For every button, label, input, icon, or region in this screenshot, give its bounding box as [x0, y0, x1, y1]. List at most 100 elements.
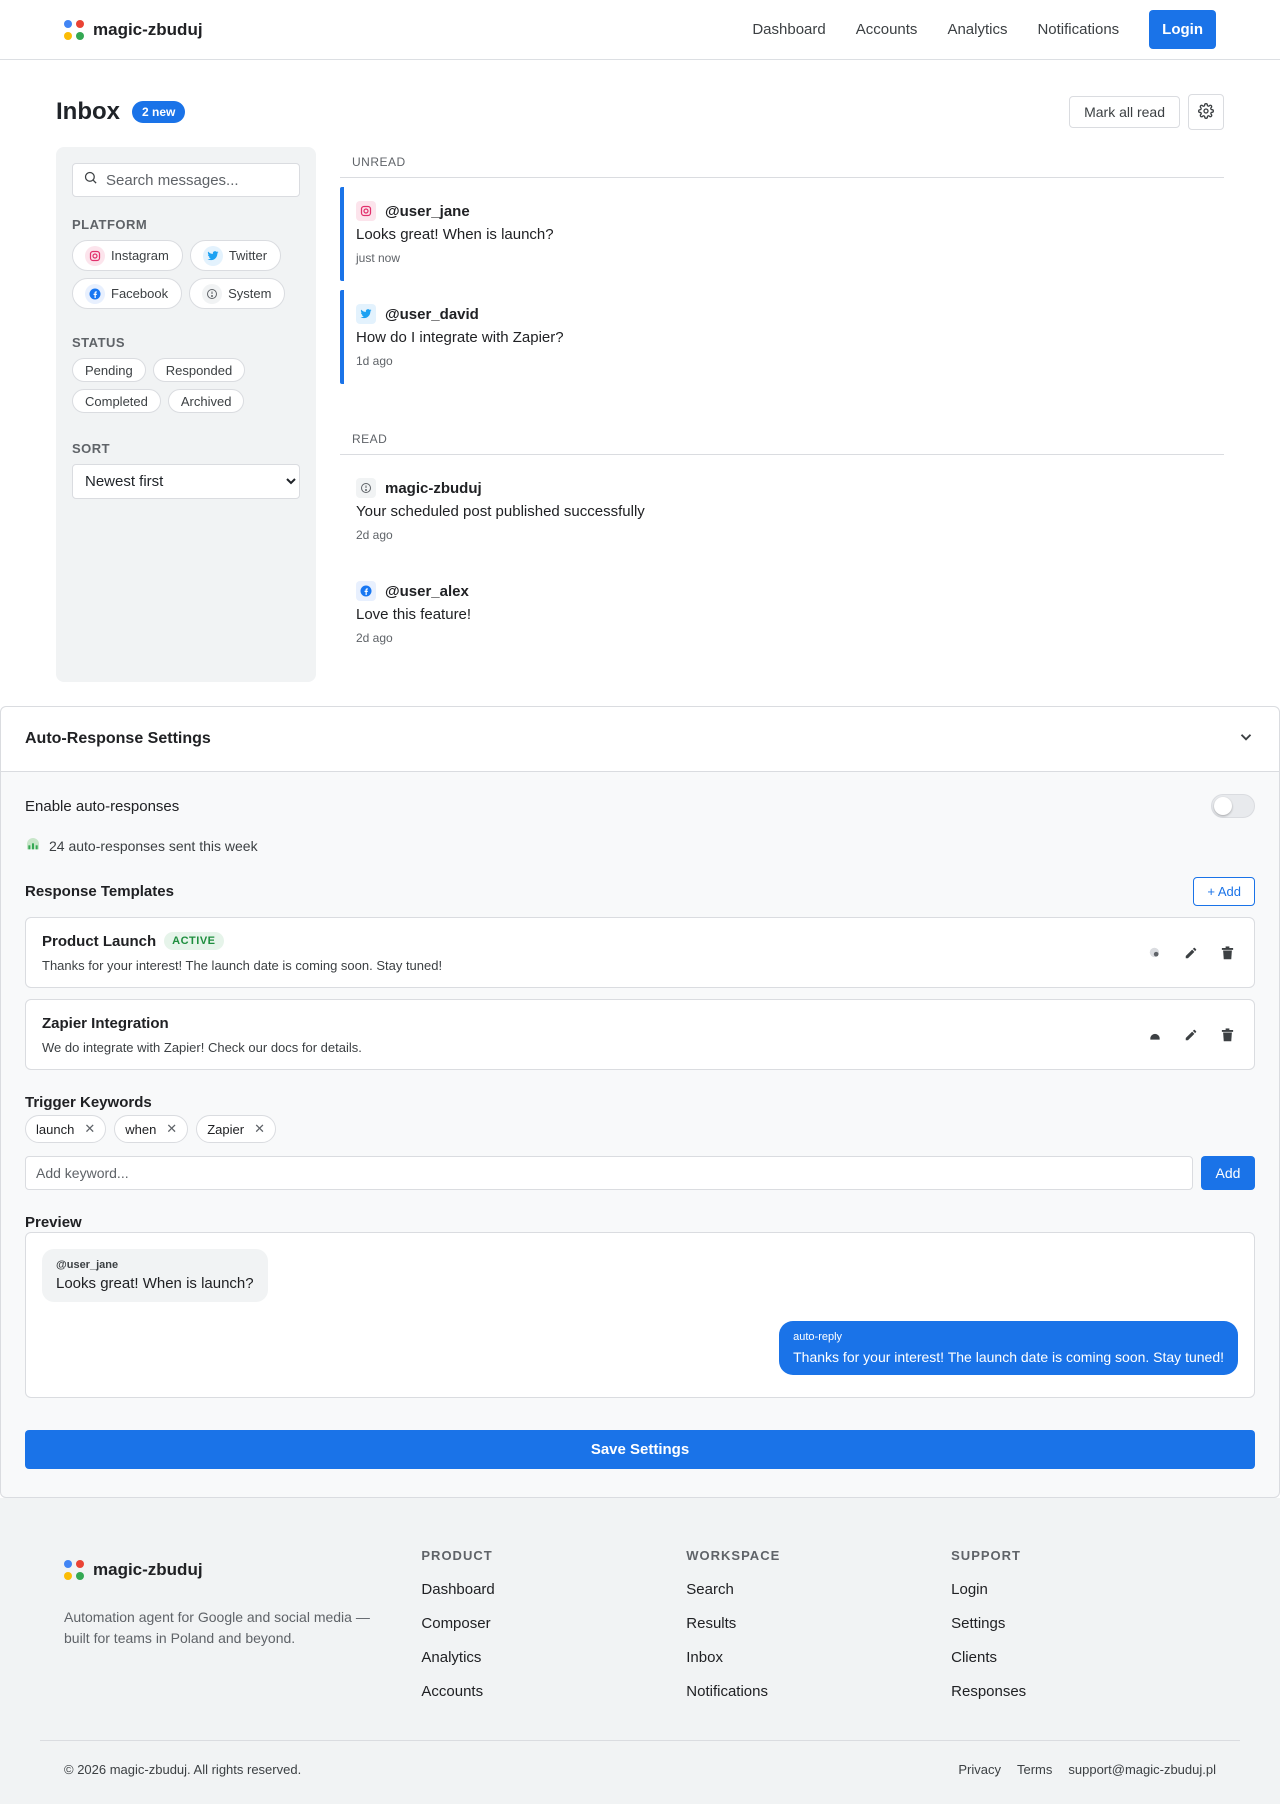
gear-icon: [1198, 102, 1214, 122]
footer-link[interactable]: Responses: [951, 1683, 1216, 1700]
templates-title: Response Templates: [25, 883, 174, 900]
auto-response-title: Auto-Response Settings: [25, 730, 211, 747]
message-header: @user_david: [356, 304, 1212, 324]
support-email-link[interactable]: support@magic-zbuduj.pl: [1068, 1762, 1216, 1777]
inbox-actions: Mark all read: [1069, 94, 1224, 130]
top-navbar: magic-zbuduj Dashboard Accounts Analytic…: [0, 0, 1280, 60]
footer-brand[interactable]: magic-zbuduj: [64, 1560, 421, 1580]
footer-link[interactable]: Notifications: [686, 1683, 951, 1700]
nav-analytics[interactable]: Analytics: [947, 21, 1007, 38]
auto-response-header[interactable]: Auto-Response Settings: [1, 707, 1279, 772]
incoming-text: Looks great! When is launch?: [56, 1275, 254, 1292]
trash-icon[interactable]: [1216, 1024, 1238, 1046]
nav-accounts[interactable]: Accounts: [856, 21, 918, 38]
template-card[interactable]: Product Launch ACTIVE Thanks for your in…: [25, 917, 1255, 988]
edit-icon[interactable]: [1180, 942, 1202, 964]
search-box: [72, 163, 305, 197]
nav-notifications[interactable]: Notifications: [1037, 21, 1119, 38]
main-nav: Dashboard Accounts Analytics Notificatio…: [752, 10, 1216, 49]
search-icon: [83, 170, 98, 190]
footer-link[interactable]: Search: [686, 1581, 951, 1598]
status-chip-completed[interactable]: Completed: [72, 389, 161, 413]
message-user: @user_alex: [385, 582, 469, 600]
message-item[interactable]: magic-zbuduj Your scheduled post publish…: [340, 464, 1224, 558]
inbox-body: PLATFORM Instagram Twitter: [56, 147, 1224, 682]
sort-select[interactable]: Newest first: [72, 464, 300, 499]
sort-label: SORT: [72, 441, 111, 456]
enable-toggle[interactable]: [1211, 794, 1255, 818]
add-keyword-button[interactable]: Add: [1201, 1156, 1255, 1190]
footer: magic-zbuduj Automation agent for Google…: [0, 1498, 1280, 1804]
instagram-icon: [356, 201, 376, 221]
footer-link[interactable]: Settings: [951, 1615, 1216, 1632]
platform-chip-label: Twitter: [228, 248, 268, 263]
login-button[interactable]: Login: [1149, 10, 1216, 49]
inbox-header: Inbox 2 new Mark all read: [56, 87, 1224, 137]
footer-link[interactable]: Login: [951, 1581, 1216, 1598]
deactivate-icon[interactable]: [1144, 942, 1166, 964]
close-icon[interactable]: ✕: [254, 1121, 265, 1137]
keyword-input[interactable]: [25, 1156, 1193, 1190]
message-time: 2d ago: [356, 528, 393, 542]
add-template-button[interactable]: + Add: [1193, 877, 1255, 906]
footer-legal-links: Privacy Terms support@magic-zbuduj.pl: [958, 1762, 1216, 1777]
enable-label: Enable auto-responses: [25, 797, 180, 815]
activate-icon[interactable]: [1144, 1024, 1166, 1046]
terms-link[interactable]: Terms: [1017, 1762, 1052, 1777]
search-input[interactable]: [106, 171, 305, 189]
message-text: Your scheduled post published successful…: [356, 503, 645, 520]
platform-chips: Instagram Twitter Facebook System: [72, 240, 300, 309]
status-chip-responded[interactable]: Responded: [152, 358, 246, 382]
chevron-down-icon[interactable]: [1237, 728, 1255, 751]
nav-dashboard[interactable]: Dashboard: [752, 21, 825, 38]
system-icon: [202, 283, 223, 304]
copyright: © 2026 magic-zbuduj. All rights reserved…: [64, 1762, 302, 1777]
privacy-link[interactable]: Privacy: [958, 1762, 1001, 1777]
footer-link[interactable]: Composer: [421, 1615, 686, 1632]
platform-chip-instagram[interactable]: Instagram: [72, 240, 183, 271]
logo-icon: [64, 19, 84, 40]
template-name-row: Zapier Integration: [42, 1015, 362, 1032]
keyword-input-row: Add: [25, 1156, 1255, 1190]
footer-top: magic-zbuduj Automation agent for Google…: [40, 1548, 1240, 1717]
platform-chip-facebook[interactable]: Facebook: [72, 278, 183, 309]
page-title: Inbox: [56, 98, 120, 125]
edit-icon[interactable]: [1180, 1024, 1202, 1046]
unread-group-label: UNREAD: [340, 147, 1224, 178]
brand[interactable]: magic-zbuduj: [64, 19, 203, 40]
brand-name: magic-zbuduj: [93, 19, 203, 39]
message-item[interactable]: @user_jane Looks great! When is launch? …: [340, 187, 1224, 281]
platform-chip-twitter[interactable]: Twitter: [189, 240, 282, 271]
close-icon[interactable]: ✕: [166, 1121, 177, 1137]
platform-chip-system[interactable]: System: [189, 278, 286, 309]
template-text: Thanks for your interest! The launch dat…: [42, 958, 443, 973]
settings-button[interactable]: [1188, 94, 1224, 130]
footer-link[interactable]: Dashboard: [421, 1581, 686, 1598]
message-item[interactable]: @user_alex Love this feature! 2d ago: [340, 567, 1224, 661]
status-chip-pending[interactable]: Pending: [72, 358, 146, 382]
save-settings-button[interactable]: Save Settings: [25, 1430, 1255, 1469]
footer-link[interactable]: Inbox: [686, 1649, 951, 1666]
incoming-user: @user_jane: [56, 1259, 119, 1271]
outgoing-text: Thanks for your interest! The launch dat…: [793, 1349, 1224, 1365]
facebook-icon: [85, 283, 105, 304]
message-item[interactable]: @user_david How do I integrate with Zapi…: [340, 290, 1224, 384]
status-chip-archived[interactable]: Archived: [167, 389, 245, 413]
footer-link[interactable]: Results: [686, 1615, 951, 1632]
enable-row: Enable auto-responses: [25, 794, 1255, 818]
message-text: Love this feature!: [356, 606, 472, 623]
keyword-label: launch: [36, 1121, 75, 1137]
template-name-row: Product Launch ACTIVE: [42, 932, 442, 950]
inbox-title-group: Inbox 2 new: [56, 98, 186, 126]
trash-icon[interactable]: [1216, 942, 1238, 964]
close-icon[interactable]: ✕: [84, 1121, 95, 1137]
footer-link[interactable]: Analytics: [421, 1649, 686, 1666]
mark-all-read-button[interactable]: Mark all read: [1069, 96, 1180, 128]
keywords-title: Trigger Keywords: [25, 1094, 152, 1111]
twitter-icon: [356, 304, 376, 324]
footer-col-workspace: WORKSPACE Search Results Inbox Notificat…: [686, 1548, 951, 1717]
footer-link[interactable]: Clients: [951, 1649, 1216, 1666]
message-list: UNREAD @user_jane Looks great! When is l…: [340, 147, 1224, 682]
footer-link[interactable]: Accounts: [421, 1683, 686, 1700]
template-card[interactable]: Zapier Integration We do integrate with …: [25, 999, 1255, 1070]
